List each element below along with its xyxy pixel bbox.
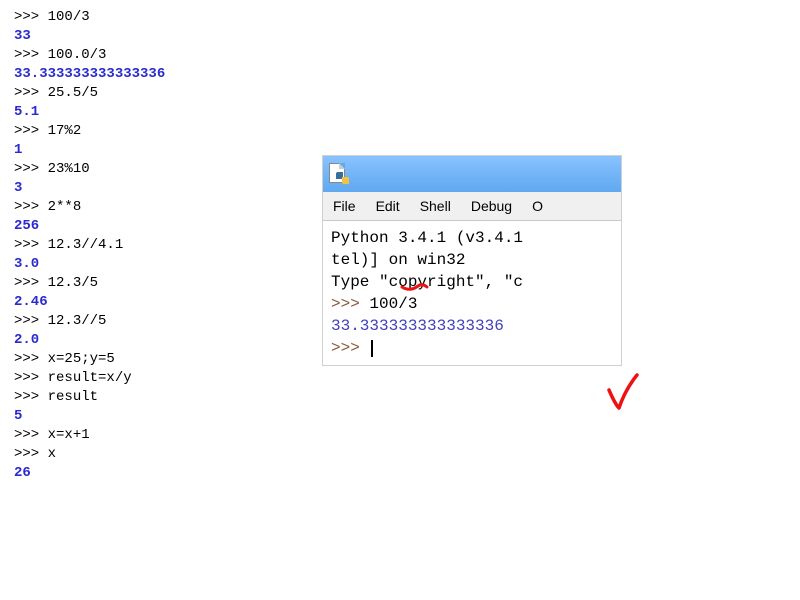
repl-output: 256 <box>14 217 165 236</box>
python-idle-icon <box>329 163 349 185</box>
input-code: result <box>48 389 98 405</box>
idle-window: File Edit Shell Debug O Python 3.4.1 (v3… <box>322 155 622 366</box>
startup-line: tel)] on win32 <box>331 249 613 271</box>
repl-current-line[interactable]: >>> <box>331 337 613 359</box>
repl-line: >>> 12.3//5 <box>14 312 165 331</box>
prompt: >>> <box>14 351 48 367</box>
idle-titlebar[interactable] <box>323 156 621 192</box>
prompt: >>> <box>14 237 48 253</box>
prompt: >>> <box>331 339 360 357</box>
repl-line: >>> 100.0/3 <box>14 46 165 65</box>
repl-output: 2.46 <box>14 293 165 312</box>
menu-file[interactable]: File <box>323 196 366 216</box>
startup-line: Type "copyright", "c <box>331 271 613 293</box>
input-code: 17%2 <box>48 123 82 139</box>
idle-shell-body[interactable]: Python 3.4.1 (v3.4.1 tel)] on win32 Type… <box>323 221 621 365</box>
menu-debug[interactable]: Debug <box>461 196 522 216</box>
input-code: 12.3/5 <box>48 275 98 291</box>
prompt: >>> <box>14 199 48 215</box>
input-code: 2**8 <box>48 199 82 215</box>
menu-shell[interactable]: Shell <box>410 196 461 216</box>
input-code: result=x/y <box>48 370 132 386</box>
prompt: >>> <box>14 161 48 177</box>
input-code: 12.3//4.1 <box>48 237 124 253</box>
prompt: >>> <box>14 123 48 139</box>
prompt: >>> <box>14 313 48 329</box>
input-code: x=x+1 <box>48 427 90 443</box>
repl-output: 5.1 <box>14 103 165 122</box>
input-code: 100/3 <box>369 295 417 313</box>
prompt: >>> <box>14 9 48 25</box>
input-code: x <box>48 446 56 462</box>
menu-options-cut[interactable]: O <box>522 196 553 216</box>
repl-line: >>> 100/3 <box>14 8 165 27</box>
prompt: >>> <box>14 389 48 405</box>
repl-output: 2.0 <box>14 331 165 350</box>
prompt: >>> <box>14 85 48 101</box>
input-code: 12.3//5 <box>48 313 107 329</box>
repl-line: >>> 12.3//4.1 <box>14 236 165 255</box>
repl-line: >>> x=25;y=5 <box>14 350 165 369</box>
repl-line: >>> 100/3 <box>331 293 613 315</box>
repl-line: >>> 12.3/5 <box>14 274 165 293</box>
text-cursor <box>371 340 373 357</box>
annotation-checkmark-icon <box>605 372 641 418</box>
repl-output: 33.333333333333336 <box>331 315 613 337</box>
repl-output: 3.0 <box>14 255 165 274</box>
input-code: 100/3 <box>48 9 90 25</box>
repl-line: >>> 17%2 <box>14 122 165 141</box>
input-code: 23%10 <box>48 161 90 177</box>
repl-line: >>> 2**8 <box>14 198 165 217</box>
prompt: >>> <box>14 275 48 291</box>
repl-line: >>> x <box>14 445 165 464</box>
repl-output: 3 <box>14 179 165 198</box>
prompt: >>> <box>14 370 48 386</box>
menu-edit[interactable]: Edit <box>366 196 410 216</box>
prompt: >>> <box>331 295 369 313</box>
repl-output: 1 <box>14 141 165 160</box>
input-code: 100.0/3 <box>48 47 107 63</box>
repl-line: >>> result <box>14 388 165 407</box>
menubar: File Edit Shell Debug O <box>323 192 621 221</box>
repl-output: 33.333333333333336 <box>14 65 165 84</box>
repl-output: 33 <box>14 27 165 46</box>
repl-output: 26 <box>14 464 165 483</box>
input-code: x=25;y=5 <box>48 351 115 367</box>
repl-line: >>> 23%10 <box>14 160 165 179</box>
repl-output: 5 <box>14 407 165 426</box>
left-shell-transcript: >>> 100/3 33 >>> 100.0/3 33.333333333333… <box>14 8 165 483</box>
startup-line: Python 3.4.1 (v3.4.1 <box>331 227 613 249</box>
prompt: >>> <box>14 446 48 462</box>
repl-line: >>> x=x+1 <box>14 426 165 445</box>
repl-line: >>> result=x/y <box>14 369 165 388</box>
prompt: >>> <box>14 47 48 63</box>
repl-line: >>> 25.5/5 <box>14 84 165 103</box>
input-code: 25.5/5 <box>48 85 98 101</box>
prompt: >>> <box>14 427 48 443</box>
